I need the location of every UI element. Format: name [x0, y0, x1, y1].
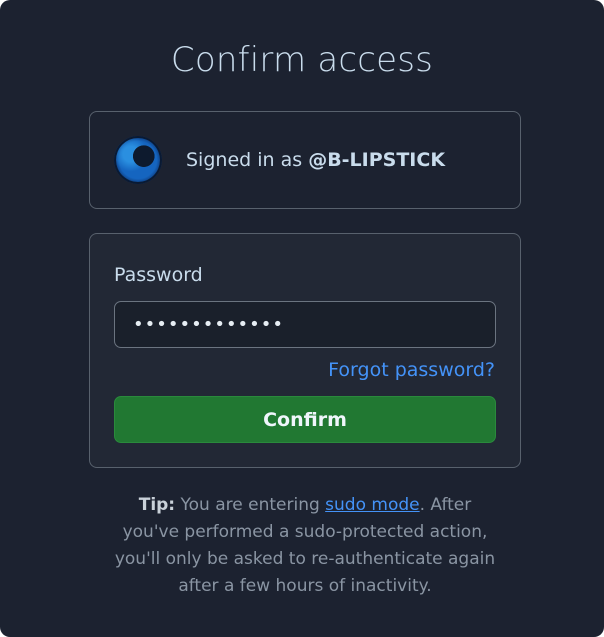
- signed-in-text: Signed in as @B-LIPSTICK: [186, 149, 445, 171]
- sudo-mode-tip: Tip: You are entering sudo mode. After y…: [110, 492, 500, 600]
- username: @B-LIPSTICK: [308, 149, 446, 171]
- forgot-password-link[interactable]: Forgot password?: [328, 359, 495, 381]
- confirm-access-dialog: Confirm access Signed in as @B-LIPSTICK …: [0, 0, 604, 637]
- password-input[interactable]: [114, 301, 496, 348]
- sudo-mode-link[interactable]: sudo mode: [325, 495, 419, 515]
- tip-text-before: You are entering: [180, 495, 320, 515]
- avatar: [114, 136, 162, 184]
- confirm-button[interactable]: Confirm: [114, 396, 496, 443]
- signed-in-box: Signed in as @B-LIPSTICK: [89, 111, 521, 209]
- page-title: Confirm access: [170, 40, 434, 80]
- password-label: Password: [114, 264, 203, 286]
- signed-in-prefix: Signed in as: [186, 149, 303, 171]
- password-form: Password Forgot password? Confirm: [89, 233, 521, 468]
- tip-label: Tip:: [138, 495, 176, 515]
